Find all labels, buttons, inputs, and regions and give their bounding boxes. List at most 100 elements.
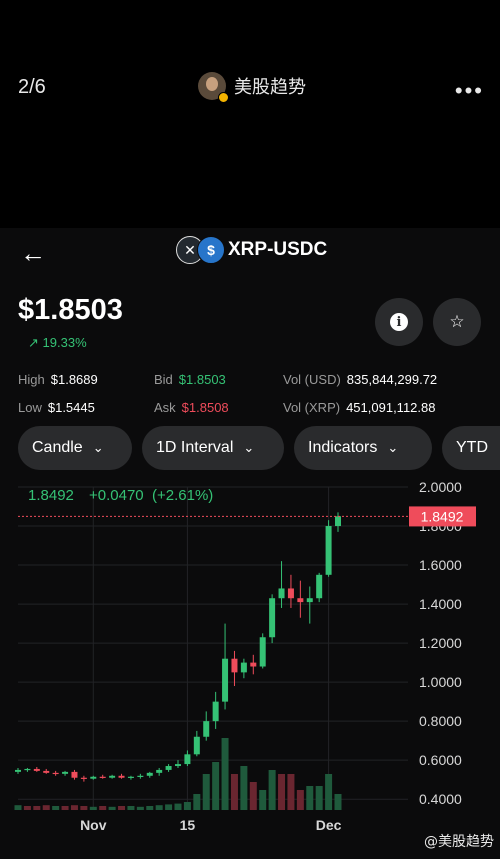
candle-body <box>325 526 332 575</box>
volume-bar <box>325 774 333 810</box>
volume-bar <box>23 806 31 810</box>
info-icon: i <box>390 313 408 331</box>
stat-low: Low $1.5445 <box>18 400 95 415</box>
range-dropdown[interactable]: YTD⌄ <box>442 426 500 470</box>
volume-bar <box>99 806 107 810</box>
y-tick-label: 1.6000 <box>419 557 462 573</box>
x-tick-label: Dec <box>316 817 342 833</box>
info-button[interactable]: i <box>375 298 423 346</box>
candle-body <box>250 662 257 667</box>
stat-high: High $1.8689 <box>18 372 98 387</box>
stat-value: $1.8503 <box>178 372 226 387</box>
stat-value: $1.5445 <box>47 400 95 415</box>
candle-body <box>33 768 40 771</box>
current-price: $1.8503 <box>18 294 123 326</box>
stat-value: $1.8508 <box>181 400 229 415</box>
more-horizontal-icon[interactable]: ••• <box>455 78 484 104</box>
last-price-tag-text: 1.8492 <box>421 508 464 524</box>
candle-body <box>127 776 134 778</box>
y-tick-label: 1.2000 <box>419 635 462 651</box>
volume-bar <box>33 806 41 810</box>
candle-body <box>71 771 78 778</box>
volume-bar <box>165 804 173 810</box>
volume-bar <box>108 806 116 810</box>
candle-body <box>203 721 210 737</box>
candle-body <box>118 775 125 778</box>
chart-controls: Candle ⌄ 1D Interval ⌄ Indicators ⌄ YTD⌄ <box>18 426 500 470</box>
y-tick-label: 1.0000 <box>419 674 462 690</box>
volume-bar <box>183 802 191 810</box>
volume-bar <box>14 805 22 810</box>
page-counter: 2/6 <box>18 76 46 98</box>
candle-body <box>156 769 163 773</box>
chevron-down-icon: ⌄ <box>92 440 104 455</box>
arrow-left-icon[interactable]: ← <box>20 238 46 269</box>
price-change-value: 19.33% <box>42 335 87 350</box>
stat-value: 835,844,299.72 <box>346 372 438 387</box>
candle-body <box>43 770 50 773</box>
stat-vol-usd: Vol (USD) 835,844,299.72 <box>283 372 437 387</box>
candle-body <box>109 775 116 778</box>
volume-bar <box>212 762 220 810</box>
chevron-down-icon: ⌄ <box>387 440 399 455</box>
candle-body <box>259 637 266 667</box>
stat-label: High <box>18 372 45 387</box>
price-change: ↗ 19.33% <box>28 335 87 351</box>
star-icon: ☆ <box>449 312 465 331</box>
stat-value: 451,091,112.88 <box>346 400 436 415</box>
volume-bar <box>287 774 295 810</box>
post-header: 2/6 美股趋势 ••• <box>0 0 500 228</box>
candle-body <box>240 662 247 673</box>
volume-bar <box>259 790 267 810</box>
volume-bar <box>249 782 257 810</box>
price-chart[interactable]: 2.00001.80001.60001.40001.20001.00000.80… <box>0 480 500 859</box>
y-tick-label: 0.6000 <box>419 752 462 768</box>
candle-body <box>231 658 238 673</box>
candle-body <box>316 574 323 599</box>
volume-bar <box>202 774 210 810</box>
interval-dropdown[interactable]: 1D Interval ⌄ <box>142 426 284 470</box>
volume-bar <box>306 786 314 810</box>
pill-label: YTD <box>456 439 488 456</box>
volume-bar <box>89 806 97 810</box>
candle-type-dropdown[interactable]: Candle ⌄ <box>18 426 132 470</box>
candle-body <box>269 598 276 638</box>
candle-body <box>306 598 313 603</box>
candle-body <box>99 776 106 778</box>
indicators-dropdown[interactable]: Indicators ⌄ <box>294 426 432 470</box>
stat-ask: Ask $1.8508 <box>154 400 229 415</box>
candle-body <box>278 588 285 599</box>
stat-label: Bid <box>154 372 173 387</box>
volume-bar <box>118 806 126 810</box>
pill-label: Indicators <box>308 439 378 456</box>
volume-bar <box>136 806 144 810</box>
candle-body <box>212 701 219 722</box>
candle-body <box>175 764 181 767</box>
volume-bar <box>193 794 201 810</box>
legend-change: +0.0470 <box>89 487 144 504</box>
volume-bar <box>127 806 135 810</box>
volume-bar <box>80 806 88 810</box>
author-name[interactable]: 美股趋势 <box>234 73 306 99</box>
favorite-button[interactable]: ☆ <box>433 298 481 346</box>
legend-close: 1.8492 <box>28 487 74 504</box>
y-tick-label: 1.4000 <box>419 596 462 612</box>
candle-body <box>297 598 304 603</box>
stat-value: $1.8689 <box>50 372 98 387</box>
volume-bar <box>61 806 69 810</box>
y-tick-label: 2.0000 <box>419 480 462 495</box>
volume-bar <box>296 790 304 810</box>
candle-body <box>80 777 87 779</box>
pill-label: Candle <box>32 439 83 456</box>
watermark: @美股趋势 <box>424 834 494 850</box>
y-tick-label: 0.8000 <box>419 713 462 729</box>
candle-body <box>90 776 97 779</box>
stat-vol-xrp: Vol (XRP) 451,091,112.88 <box>283 400 435 415</box>
volume-bar <box>174 803 182 810</box>
volume-bar <box>155 805 163 810</box>
volume-bar <box>52 806 60 810</box>
pair-title: XRP-USDC <box>228 239 328 260</box>
author[interactable]: 美股趋势 <box>198 72 306 100</box>
stat-bid: Bid $1.8503 <box>154 372 226 387</box>
y-tick-label: 0.4000 <box>419 791 462 807</box>
